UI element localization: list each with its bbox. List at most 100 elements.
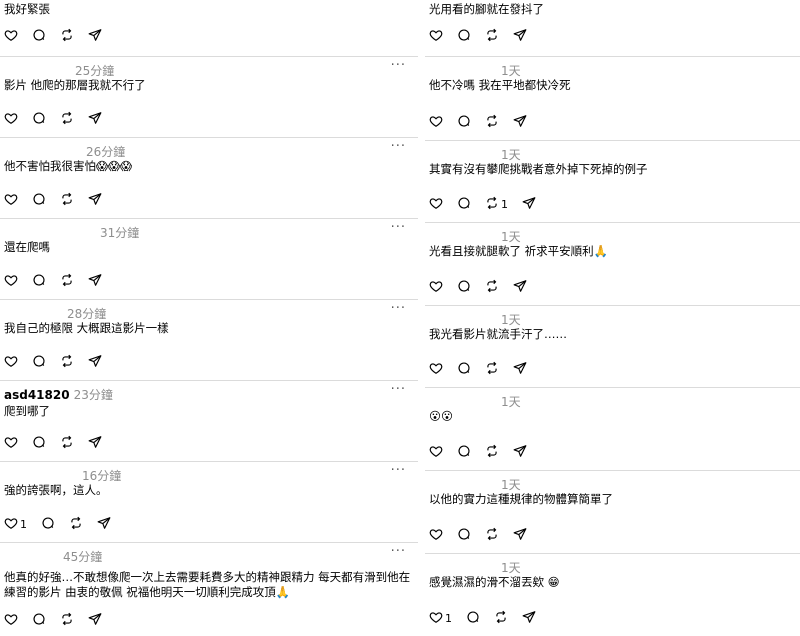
like-button[interactable] (4, 611, 18, 630)
like-button[interactable]: 1 (4, 515, 27, 534)
share-icon (513, 526, 527, 545)
comment-card: 我好緊張 (0, 0, 418, 57)
more-options-icon[interactable]: ··· (391, 58, 406, 73)
like-button[interactable] (4, 110, 18, 129)
reply-button[interactable] (457, 278, 471, 297)
share-button[interactable] (88, 110, 102, 129)
share-button[interactable] (88, 27, 102, 46)
timestamp: 1天 (501, 313, 521, 327)
reply-button[interactable] (32, 27, 46, 46)
more-options-icon[interactable]: ··· (391, 382, 406, 397)
repost-icon (485, 443, 499, 462)
repost-button[interactable] (60, 110, 74, 129)
comment-card: 26分鐘 ··· 他不害怕我很害怕😱😱😱 (0, 137, 418, 219)
reply-button[interactable] (32, 191, 46, 210)
username[interactable]: asd41820 (4, 388, 70, 402)
repost-button[interactable] (60, 27, 74, 46)
timestamp: 1天 (501, 395, 521, 409)
comment-text: 爬到哪了 (4, 404, 50, 418)
like-button[interactable] (429, 360, 443, 379)
like-button[interactable] (4, 272, 18, 291)
repost-button[interactable]: 1 (485, 195, 508, 214)
share-button[interactable] (513, 443, 527, 462)
repost-button[interactable] (494, 609, 508, 628)
repost-button[interactable] (485, 113, 499, 132)
comment-icon (466, 609, 480, 628)
share-button[interactable] (513, 278, 527, 297)
comment-actions (429, 114, 541, 130)
reply-button[interactable] (457, 443, 471, 462)
repost-button[interactable] (60, 191, 74, 210)
timestamp: 16分鐘 (82, 469, 122, 483)
more-options-icon[interactable]: ··· (391, 463, 406, 478)
like-button[interactable] (429, 526, 443, 545)
share-button[interactable] (513, 27, 527, 46)
timestamp: 31分鐘 (100, 226, 140, 240)
reply-button[interactable] (32, 353, 46, 372)
share-button[interactable] (88, 272, 102, 291)
reply-button[interactable] (457, 526, 471, 545)
comment-icon (32, 434, 46, 453)
share-button[interactable] (88, 353, 102, 372)
like-button[interactable] (429, 443, 443, 462)
repost-icon (485, 360, 499, 379)
comment-card: 1天 😮😮 (425, 387, 800, 471)
reply-button[interactable] (41, 515, 55, 534)
share-button[interactable] (513, 526, 527, 545)
repost-button[interactable] (485, 278, 499, 297)
column-divider (418, 0, 425, 636)
comment-text: 感覺濕濕的滑不溜丟欸 😁 (429, 575, 560, 589)
share-button[interactable] (513, 113, 527, 132)
like-button[interactable] (4, 27, 18, 46)
repost-button[interactable] (485, 27, 499, 46)
reply-button[interactable] (457, 195, 471, 214)
reply-button[interactable] (457, 360, 471, 379)
reply-button[interactable] (32, 110, 46, 129)
reply-button[interactable] (32, 611, 46, 630)
like-button[interactable] (429, 195, 443, 214)
like-button[interactable] (429, 27, 443, 46)
comment-icon (457, 360, 471, 379)
more-options-icon[interactable]: ··· (391, 301, 406, 316)
like-button[interactable] (429, 278, 443, 297)
comment-text: 還在爬嗎 (4, 240, 50, 254)
repost-button[interactable] (485, 443, 499, 462)
share-button[interactable] (88, 611, 102, 630)
share-icon (88, 353, 102, 372)
reply-button[interactable] (457, 27, 471, 46)
share-button[interactable] (88, 191, 102, 210)
comment-text: 我好緊張 (4, 2, 50, 16)
reply-button[interactable] (466, 609, 480, 628)
comment-icon (32, 353, 46, 372)
reply-button[interactable] (457, 113, 471, 132)
heart-icon (4, 434, 18, 453)
repost-button[interactable] (69, 515, 83, 534)
share-icon (88, 272, 102, 291)
share-button[interactable] (522, 609, 536, 628)
reply-button[interactable] (32, 434, 46, 453)
repost-button[interactable] (485, 360, 499, 379)
comment-meta: 1天 (501, 393, 521, 410)
like-button[interactable] (429, 113, 443, 132)
repost-button[interactable] (60, 611, 74, 630)
repost-button[interactable] (485, 526, 499, 545)
reply-button[interactable] (32, 272, 46, 291)
like-button[interactable] (4, 353, 18, 372)
more-options-icon[interactable]: ··· (391, 139, 406, 154)
like-button[interactable] (4, 434, 18, 453)
more-options-icon[interactable]: ··· (391, 220, 406, 235)
comment-meta: asd41820 23分鐘 (4, 386, 113, 403)
repost-icon (60, 353, 74, 372)
like-button[interactable] (4, 191, 18, 210)
share-button[interactable] (513, 360, 527, 379)
share-button[interactable] (522, 195, 536, 214)
repost-button[interactable] (60, 434, 74, 453)
like-button[interactable]: 1 (429, 609, 452, 628)
more-options-icon[interactable]: ··· (391, 544, 406, 559)
comment-actions (4, 111, 116, 127)
repost-button[interactable] (60, 272, 74, 291)
share-button[interactable] (88, 434, 102, 453)
repost-button[interactable] (60, 353, 74, 372)
comments-column-right: 光用看的腳就在發抖了 1天 他不冷嗎 我在平地都快冷死 1天 其實有沒有攀爬挑戰者意外掉… (425, 0, 800, 636)
share-button[interactable] (97, 515, 111, 534)
